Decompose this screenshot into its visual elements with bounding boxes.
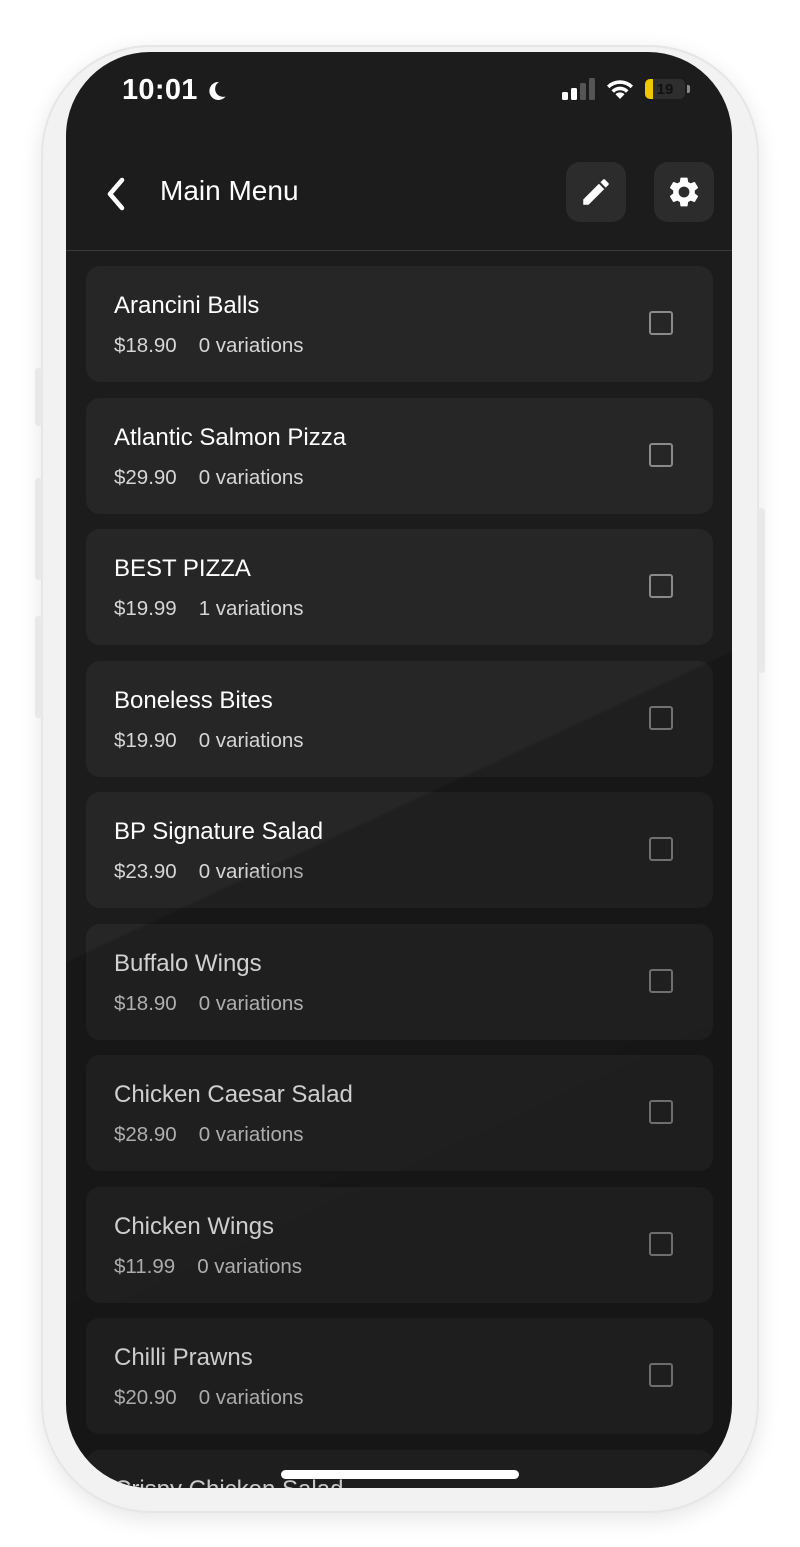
menu-item-card[interactable]: Chilli Prawns $20.90 0 variations [86,1318,713,1434]
settings-button[interactable] [654,162,714,222]
menu-item-card[interactable]: Chicken Caesar Salad $28.90 0 variations [86,1055,713,1171]
volume-down-button [35,616,42,718]
menu-item-price: $20.90 [114,1386,177,1409]
menu-item-variations: 0 variations [198,1123,304,1146]
menu-item-meta: $19.90 0 variations [114,729,304,753]
menu-item-price: $18.90 [114,334,177,357]
menu-item-card[interactable]: Arancini Balls $18.90 0 variations [86,266,713,382]
menu-item-card[interactable]: BEST PIZZA $19.99 1 variations [86,529,713,645]
menu-item-card[interactable]: BP Signature Salad $23.90 0 variations [86,792,713,908]
power-button [758,508,765,673]
mute-switch [35,368,42,426]
menu-item-card[interactable]: Chicken Wings $11.99 0 variations [86,1186,713,1303]
menu-item-card[interactable]: Atlantic Salmon Pizza $29.90 0 variations [86,397,713,514]
menu-item-meta: $19.99 1 variations [114,597,304,621]
menu-item-price: $19.99 [114,597,177,620]
menu-item-price: $11.99 [114,1254,176,1278]
edit-button[interactable] [566,162,626,222]
menu-item-name: Arancini Balls [114,292,260,319]
menu-item-name: BEST PIZZA [114,555,251,582]
menu-item-card[interactable]: Crispy Chicken Salad [86,1449,713,1488]
menu-item-meta: $29.90 0 variations [114,466,304,490]
menu-item-variations: 0 variations [198,334,304,357]
wifi-icon [607,80,633,99]
battery-tip [687,85,690,93]
menu-item-variations: 0 variations [197,1254,303,1278]
volume-up-button [35,478,42,580]
gear-icon [669,177,699,207]
menu-item-checkbox[interactable] [649,837,673,861]
page-header: Main Menu [66,152,732,251]
menu-item-checkbox[interactable] [649,705,673,730]
signal-icon [562,78,595,100]
app-screen: 10:01 19 Main Menu Arancini Balls $18.90… [66,52,732,1488]
menu-item-name: BP Signature Salad [114,818,324,845]
menu-item-name: Buffalo Wings [114,949,262,977]
menu-item-variations: 1 variations [198,597,304,620]
home-indicator[interactable] [281,1470,519,1479]
menu-item-checkbox[interactable] [649,442,673,467]
menu-item-checkbox[interactable] [649,574,673,598]
battery-icon: 19 [645,79,685,99]
menu-item-variations: 0 variations [198,860,304,883]
menu-item-meta: $18.90 0 variations [114,992,304,1016]
menu-item-variations: 0 variations [198,465,304,489]
menu-item-checkbox[interactable] [649,311,673,335]
menu-item-name: Boneless Bites [114,686,273,714]
menu-item-card[interactable]: Buffalo Wings $18.90 0 variations [86,923,713,1040]
menu-item-name: Chilli Prawns [114,1344,253,1371]
menu-item-meta: $20.90 0 variations [114,1386,304,1410]
menu-item-checkbox[interactable] [649,968,673,993]
menu-item-checkbox[interactable] [649,1363,673,1387]
menu-item-variations: 0 variations [198,728,304,752]
menu-item-meta: $11.99 0 variations [114,1255,302,1279]
status-time: 10:01 [122,74,228,107]
menu-item-price: $29.90 [114,465,177,489]
moon-icon [209,81,226,100]
menu-item-meta: $23.90 0 variations [114,860,304,884]
menu-item-variations: 0 variations [198,991,304,1015]
menu-item-name: Atlantic Salmon Pizza [114,423,347,451]
back-button[interactable] [96,174,136,214]
menu-item-variations: 0 variations [198,1386,304,1409]
menu-item-price: $19.90 [114,728,177,752]
menu-item-price: $28.90 [114,1123,177,1146]
menu-item-name: Chicken Caesar Salad [114,1081,353,1108]
menu-item-list: Arancini Balls $18.90 0 variations Atlant… [86,266,713,1488]
battery-fill [645,79,653,99]
menu-item-name: Chicken Wings [114,1212,275,1240]
menu-item-checkbox[interactable] [649,1231,673,1256]
page-title: Main Menu [160,175,299,206]
menu-item-price: $23.90 [114,860,177,883]
menu-item-meta: $28.90 0 variations [114,1123,304,1147]
time-text: 10:01 [122,74,198,106]
pencil-icon [583,179,609,205]
chevron-left-icon [107,177,125,211]
battery-level: 19 [656,80,674,98]
status-icons: 19 [561,78,690,100]
menu-item-meta: $18.90 0 variations [114,334,304,358]
status-bar: 10:01 19 [66,52,732,132]
menu-item-checkbox[interactable] [649,1100,673,1124]
menu-item-card[interactable]: Boneless Bites $19.90 0 variations [86,660,713,777]
menu-item-price: $18.90 [114,991,177,1015]
